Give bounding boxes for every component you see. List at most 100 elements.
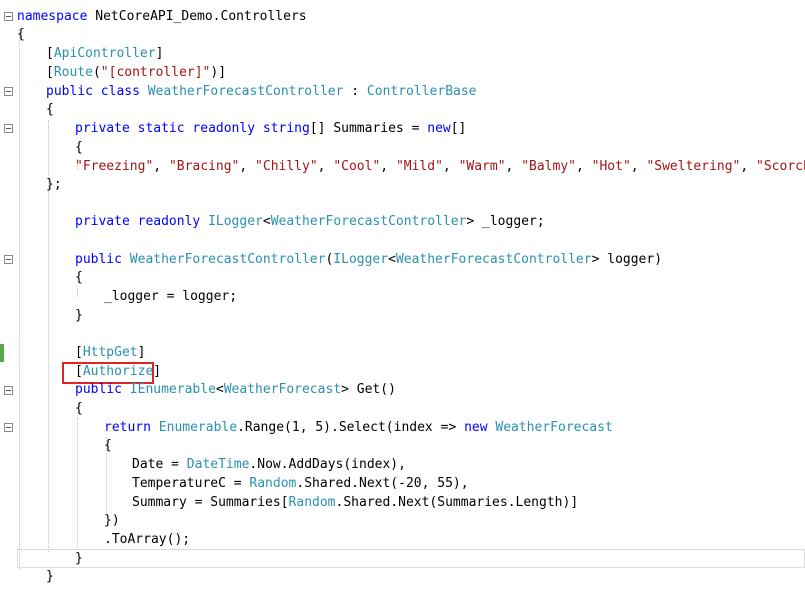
keyword: new [464, 420, 488, 435]
code-line[interactable]: [HttpGet] [0, 344, 805, 363]
brace: }) [104, 513, 120, 528]
code-text: .Now.AddDays(index), [249, 457, 406, 472]
string-literal: "Scorching" [756, 159, 805, 174]
brace: { [75, 140, 83, 155]
code-line[interactable]: } [0, 307, 805, 326]
code-line[interactable]: { [0, 269, 805, 288]
code-line[interactable]: private static readonly string[] Summari… [0, 120, 805, 139]
brace: { [104, 438, 112, 453]
attribute-name: HttpGet [82, 345, 138, 360]
string-literal: "Sweltering" [646, 159, 741, 174]
string-literal: "Bracing" [168, 159, 240, 174]
code-line[interactable]: .ToArray(); [0, 531, 805, 550]
punct: ] [155, 46, 164, 61]
code-line[interactable]: public WeatherForecastController(ILogger… [0, 251, 805, 270]
code-text: TemperatureC = [132, 476, 250, 491]
punct: < [215, 382, 224, 397]
code-line[interactable]: } [0, 568, 805, 587]
brace: } [46, 569, 54, 584]
brace: { [17, 27, 25, 42]
code-line[interactable]: TemperatureC = Random.Shared.Next(-20, 5… [0, 475, 805, 494]
attribute-name: Route [53, 65, 93, 80]
type-name: IEnumerable [129, 382, 216, 397]
base-class-name: ControllerBase [366, 84, 477, 99]
code-line[interactable]: return Enumerable.Range(1, 5).Select(ind… [0, 419, 805, 438]
code-line[interactable]: } [0, 550, 805, 569]
keyword: string [262, 121, 310, 136]
string-literal: "Chilly" [255, 159, 318, 174]
code-line[interactable]: namespace NetCoreAPI_Demo.Controllers [0, 8, 805, 27]
class-name: WeatherForecastController [147, 84, 344, 99]
type-name: ILogger [333, 252, 389, 267]
type-name: Enumerable [158, 420, 238, 435]
type-name: WeatherForecastController [395, 252, 592, 267]
punct: [ [75, 345, 83, 360]
string-literal: "[controller]" [100, 65, 211, 80]
keyword: public [75, 382, 122, 397]
code-line[interactable]: _logger = logger; [0, 288, 805, 307]
string-literal: "Hot" [591, 159, 631, 174]
punct: ( [92, 65, 101, 80]
code-line[interactable]: }) [0, 512, 805, 531]
code-line[interactable]: { [0, 101, 805, 120]
code-text: Date = [132, 457, 187, 472]
code-line[interactable]: "Freezing", "Bracing", "Chilly", "Cool",… [0, 158, 805, 177]
code-line[interactable]: private readonly ILogger<WeatherForecast… [0, 213, 805, 232]
code-line[interactable]: { [0, 437, 805, 456]
keyword: readonly [192, 121, 256, 136]
code-text: .Range(1, 5).Select(index => [237, 420, 465, 435]
string-literal: "Mild" [395, 159, 443, 174]
code-text: Summary = Summaries[ [132, 495, 289, 510]
keyword: private [75, 121, 130, 136]
keyword: return [104, 420, 151, 435]
punct: )] [210, 65, 227, 80]
code-line[interactable]: [ApiController] [0, 45, 805, 64]
type-name: WeatherForecastController [270, 214, 467, 229]
code-editor[interactable]: namespace NetCoreAPI_Demo.Controllers { … [0, 0, 805, 594]
code-line[interactable]: { [0, 400, 805, 419]
code-line[interactable]: }; [0, 176, 805, 195]
string-literal: "Warm" [458, 159, 506, 174]
code-text: _logger = logger; [104, 289, 238, 304]
brace: }; [46, 177, 62, 192]
keyword: readonly [137, 214, 201, 229]
type-name: DateTime [186, 457, 250, 472]
string-literal: "Balmy" [521, 159, 576, 174]
keyword: new [427, 121, 451, 136]
code-text: .Shared.Next(-20, 55), [296, 476, 469, 491]
brace: } [75, 308, 83, 323]
punct: ] [153, 364, 162, 379]
type-name: WeatherForecast [495, 420, 613, 435]
string-literal: "Cool" [333, 159, 381, 174]
type-name: Random [288, 495, 336, 510]
code-text: [] Summaries = [309, 121, 428, 136]
code-line[interactable]: { [0, 139, 805, 158]
punct: [ [46, 65, 54, 80]
brace: } [75, 551, 83, 566]
string-literal: "Freezing" [75, 159, 154, 174]
code-line[interactable]: Date = DateTime.Now.AddDays(index), [0, 456, 805, 475]
type-name: Random [249, 476, 297, 491]
keyword: private [75, 214, 130, 229]
punct: : [343, 84, 367, 99]
type-name: ILogger [208, 214, 263, 229]
code-line[interactable]: public IEnumerable<WeatherForecast> Get(… [0, 381, 805, 400]
constructor-name: WeatherForecastController [129, 252, 326, 267]
type-name: WeatherForecast [223, 382, 342, 397]
code-line[interactable]: public class WeatherForecastController :… [0, 83, 805, 102]
punct: ] [137, 345, 146, 360]
punct: [ [46, 46, 54, 61]
keyword: static [137, 121, 185, 136]
keyword: public [46, 84, 93, 99]
brace: { [75, 270, 83, 285]
code-line[interactable]: Summary = Summaries[Random.Shared.Next(S… [0, 494, 805, 513]
brace: { [75, 401, 83, 416]
punct: < [262, 214, 271, 229]
code-line[interactable]: { [0, 26, 805, 45]
punct: < [388, 252, 396, 267]
namespace-name: NetCoreAPI_Demo.Controllers [87, 9, 307, 24]
code-line[interactable]: [Route("[controller]")] [0, 64, 805, 83]
attribute-name: ApiController [53, 46, 156, 61]
code-text: .Shared.Next(Summaries.Length)] [335, 495, 579, 510]
keyword: public [75, 252, 122, 267]
